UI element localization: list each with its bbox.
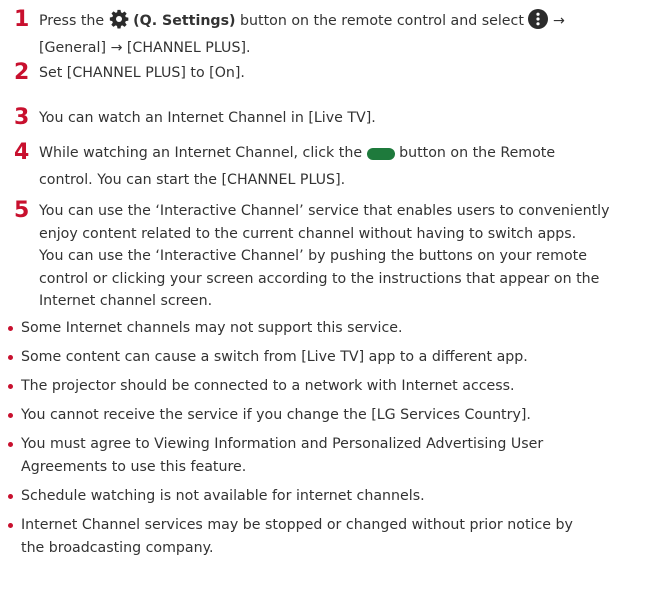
- more-vertical-icon: [528, 9, 549, 37]
- note-text: The projector should be connected to a n…: [21, 378, 515, 394]
- note-text: You cannot receive the service if you ch…: [21, 407, 531, 423]
- arrow-glyph: →: [552, 13, 565, 29]
- step-4-text-middle: button on the Remote: [399, 145, 556, 161]
- note-line: the broadcasting company.: [21, 539, 214, 556]
- bullet-icon: [8, 326, 13, 331]
- step-4-line-2: control. You can start the [CHANNEL PLUS…: [39, 171, 346, 188]
- gear-icon: [109, 9, 129, 37]
- note-item: Internet Channel services may be stopped…: [0, 514, 658, 560]
- step-1: 1 Press the (Q. Settings) button on the …: [0, 7, 658, 56]
- note-item: Some Internet channels may not support t…: [0, 317, 658, 340]
- note-item: You must agree to Viewing Information an…: [0, 433, 658, 479]
- step-number: 3: [14, 105, 30, 130]
- step-5-line: control or clicking your screen accordin…: [39, 270, 600, 287]
- step-1-line-2: [General] → [CHANNEL PLUS].: [39, 39, 251, 56]
- step-3: 3 You can watch an Internet Channel in […: [0, 105, 658, 131]
- note-line: You must agree to Viewing Information an…: [21, 436, 544, 452]
- step-5-line: You can use the ‘Interactive Channel’ se…: [39, 203, 610, 219]
- note-item: You cannot receive the service if you ch…: [0, 404, 658, 427]
- note-text: Some Internet channels may not support t…: [21, 320, 403, 336]
- step-text: While watching an Internet Channel, clic…: [39, 142, 651, 191]
- step-5-line: enjoy content related to the current cha…: [39, 225, 577, 242]
- step-5: 5 You can use the ‘Interactive Channel’ …: [0, 198, 658, 313]
- note-text: Schedule watching is not available for i…: [21, 488, 425, 504]
- note-line: Agreements to use this feature.: [21, 458, 247, 475]
- bullet-icon: [8, 384, 13, 389]
- step-number: 4: [14, 140, 30, 165]
- note-text: You must agree to Viewing Information an…: [21, 433, 651, 478]
- note-item: Schedule watching is not available for i…: [0, 485, 658, 508]
- settings-label: (Q. Settings): [133, 13, 236, 29]
- green-button-icon: [366, 146, 395, 169]
- manual-page: 1 Press the (Q. Settings) button on the …: [0, 0, 658, 596]
- note-line: Internet Channel services may be stopped…: [21, 517, 573, 533]
- step-number: 5: [14, 198, 30, 223]
- step-5-line: Internet channel screen.: [39, 293, 213, 309]
- step-2: 2 Set [CHANNEL PLUS] to [On].: [0, 60, 658, 86]
- bullet-icon: [8, 355, 13, 360]
- bullet-icon: [8, 494, 13, 499]
- step-number: 1: [14, 7, 30, 32]
- step-number: 2: [14, 60, 30, 85]
- step-text: Set [CHANNEL PLUS] to [On].: [39, 65, 245, 81]
- step-4-text-start: While watching an Internet Channel, clic…: [39, 145, 363, 161]
- note-item: The projector should be connected to a n…: [0, 375, 658, 398]
- note-text: Internet Channel services may be stopped…: [21, 514, 651, 559]
- step-5-line: You can use the ‘Interactive Channel’ by…: [39, 248, 587, 264]
- step-text: You can watch an Internet Channel in [Li…: [39, 110, 376, 126]
- bullet-icon: [8, 523, 13, 528]
- note-item: Some content can cause a switch from [Li…: [0, 346, 658, 369]
- step-1-text-start: Press the: [39, 13, 105, 29]
- step-4: 4 While watching an Internet Channel, cl…: [0, 140, 658, 188]
- step-1-text-middle: button on the remote control and select: [240, 13, 524, 29]
- step-text: You can use the ‘Interactive Channel’ se…: [39, 200, 651, 313]
- step-text: Press the (Q. Settings) button on the re…: [39, 9, 651, 59]
- bullet-icon: [8, 442, 13, 447]
- bullet-icon: [8, 413, 13, 418]
- note-text: Some content can cause a switch from [Li…: [21, 349, 528, 365]
